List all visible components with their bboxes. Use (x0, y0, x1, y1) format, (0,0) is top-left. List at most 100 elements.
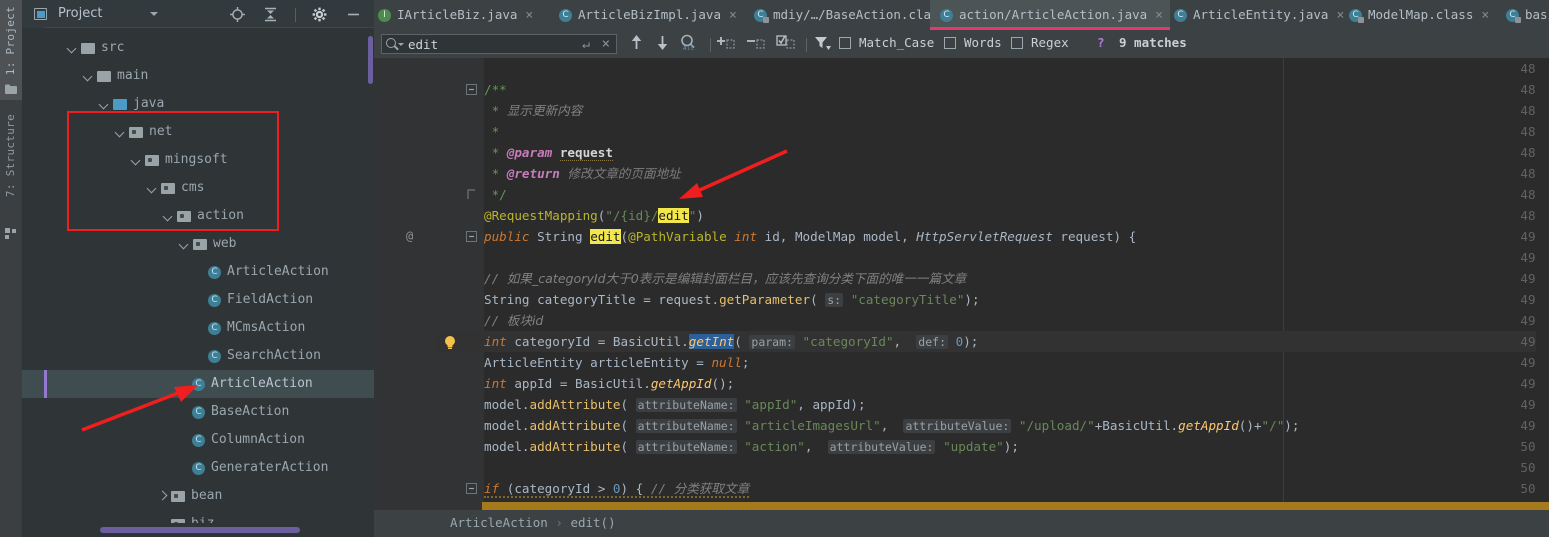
chevron-down-icon[interactable] (150, 12, 158, 16)
tree-item-fieldaction[interactable]: C FieldAction (208, 286, 313, 314)
tree-item-label: ArticleAction (227, 264, 329, 279)
minimize-icon[interactable] (340, 0, 366, 28)
tree-item-main[interactable]: main (82, 62, 148, 90)
tree-item-generateraction[interactable]: C GeneraterAction (192, 454, 328, 482)
chevron-down-icon[interactable] (156, 518, 168, 523)
chevron-down-icon[interactable] (178, 238, 190, 250)
folder-icon (5, 84, 17, 95)
tree-item-label: biz (191, 516, 214, 523)
close-icon[interactable]: × (1481, 1, 1489, 31)
tab-label: action/ArticleAction.java (959, 7, 1148, 22)
newline-icon[interactable]: ↵ (582, 37, 590, 52)
code-editor[interactable]: 482 483 484 485 486 487 488 489 490 491 … (374, 58, 1549, 510)
horizontal-scrollbar-thumb[interactable] (482, 502, 1549, 510)
close-icon[interactable]: × (729, 1, 737, 31)
tree-item-cms[interactable]: cms (146, 174, 204, 202)
tree-item-articleaction-selected[interactable]: C ArticleAction (22, 370, 374, 398)
class-icon: C (192, 405, 205, 419)
match-case-checkbox[interactable] (839, 37, 851, 49)
breadcrumb[interactable]: ArticleAction › edit() (450, 515, 616, 530)
tree-item-searchaction[interactable]: C SearchAction (208, 342, 321, 370)
chevron-down-icon[interactable] (146, 182, 158, 194)
words-label[interactable]: Words (964, 35, 1002, 50)
breadcrumb-method[interactable]: edit() (570, 515, 615, 530)
close-icon[interactable]: × (602, 36, 610, 52)
project-panel-toolbar (224, 0, 366, 28)
package-icon (171, 490, 185, 502)
tree-item-action[interactable]: action (162, 202, 244, 230)
chevron-down-icon[interactable] (398, 43, 404, 46)
tree-item-label: action (197, 208, 244, 223)
help-icon[interactable]: ? (1097, 35, 1105, 50)
tab-articleaction-java[interactable]: Caction/ArticleAction.java × (930, 0, 1170, 30)
chevron-down-icon[interactable] (98, 98, 110, 110)
tree-item-articleaction-web[interactable]: C ArticleAction (208, 258, 329, 286)
search-input[interactable]: edit ↵ × (381, 34, 617, 54)
tab-iarticlebiz[interactable]: I IArticleBiz.java × (378, 0, 533, 30)
tree-item-net[interactable]: net (114, 118, 172, 146)
chevron-down-icon[interactable] (162, 210, 174, 222)
tab-label: basic/ (1525, 7, 1549, 22)
tree-item-label: bean (191, 488, 223, 503)
select-occurrences-icon[interactable] (776, 34, 796, 54)
match-case-label[interactable]: Match_Case (859, 35, 934, 50)
tree-item-src[interactable]: src (66, 34, 124, 62)
arrow-down-icon[interactable] (652, 34, 672, 54)
tab-modelmap-class[interactable]: C ModelMap.class × (1349, 0, 1489, 30)
chevron-down-icon[interactable] (82, 70, 94, 82)
breadcrumb-separator: › (555, 515, 563, 530)
filter-icon[interactable] (812, 34, 832, 54)
breadcrumb-class[interactable]: ArticleAction (450, 515, 548, 530)
tab-articleentity[interactable]: C ArticleEntity.java × (1174, 0, 1344, 30)
close-icon[interactable]: × (525, 1, 533, 31)
class-icon: C (208, 321, 221, 335)
structure-icon (5, 228, 17, 239)
chevron-down-icon[interactable] (114, 126, 126, 138)
tree-item-columnaction[interactable]: C ColumnAction (192, 426, 305, 454)
regex-label[interactable]: Regex (1031, 35, 1069, 50)
package-icon (161, 182, 175, 194)
chevron-down-icon[interactable] (66, 42, 78, 54)
folder-icon (97, 70, 111, 82)
remove-occurrence-icon[interactable] (746, 34, 766, 54)
find-all-icon[interactable]: All (678, 34, 698, 54)
collapse-all-icon[interactable] (257, 0, 283, 28)
words-checkbox[interactable] (944, 37, 956, 49)
tab-basic[interactable]: Cbasic/ (1506, 0, 1549, 30)
close-icon[interactable]: × (1336, 1, 1344, 31)
class-file-icon: C (754, 9, 769, 23)
selection-marker (44, 370, 47, 398)
tool-window-button-project[interactable]: 1: Project (0, 0, 22, 100)
package-icon (171, 518, 185, 523)
tree-item-java[interactable]: java (98, 90, 164, 118)
tree-item-baseaction[interactable]: C BaseAction (192, 398, 289, 426)
tree-item-biz[interactable]: biz (156, 510, 214, 523)
project-tree[interactable]: src main java net mingsoft cms action we… (22, 29, 374, 523)
tree-item-label: SearchAction (227, 348, 321, 363)
tab-articlebizimpl[interactable]: C ArticleBizImpl.java × (559, 0, 737, 30)
arrow-up-icon[interactable] (626, 34, 646, 54)
select-all-occurrences-icon[interactable] (716, 34, 736, 54)
chevron-right-icon[interactable] (156, 490, 168, 502)
project-tree-vertical-scrollbar[interactable] (368, 36, 373, 84)
chevron-down-icon[interactable] (130, 154, 142, 166)
tree-item-bean[interactable]: bean (156, 482, 222, 510)
class-icon: C (208, 265, 221, 279)
search-icon-handle (394, 45, 399, 51)
gear-icon[interactable] (307, 0, 333, 28)
left-tool-window-bar: 1: Project 7: Structure (0, 0, 22, 537)
project-tree-horizontal-scrollbar[interactable] (100, 527, 300, 533)
class-icon: C (1174, 9, 1187, 22)
tree-item-mcmsaction[interactable]: C MCmsAction (208, 314, 305, 342)
tree-item-web[interactable]: web (178, 230, 236, 258)
locate-icon[interactable] (224, 0, 250, 28)
tool-window-button-structure[interactable]: 7: Structure (0, 108, 22, 248)
breadcrumb-bar: ArticleAction › edit() (374, 510, 1549, 537)
package-icon (193, 238, 207, 250)
tree-item-label: ColumnAction (211, 432, 305, 447)
editor-vertical-scrollbar[interactable] (1536, 58, 1549, 510)
close-icon[interactable]: × (1155, 1, 1163, 31)
tree-item-mingsoft[interactable]: mingsoft (130, 146, 228, 174)
class-icon: C (559, 9, 572, 22)
regex-checkbox[interactable] (1011, 37, 1023, 49)
